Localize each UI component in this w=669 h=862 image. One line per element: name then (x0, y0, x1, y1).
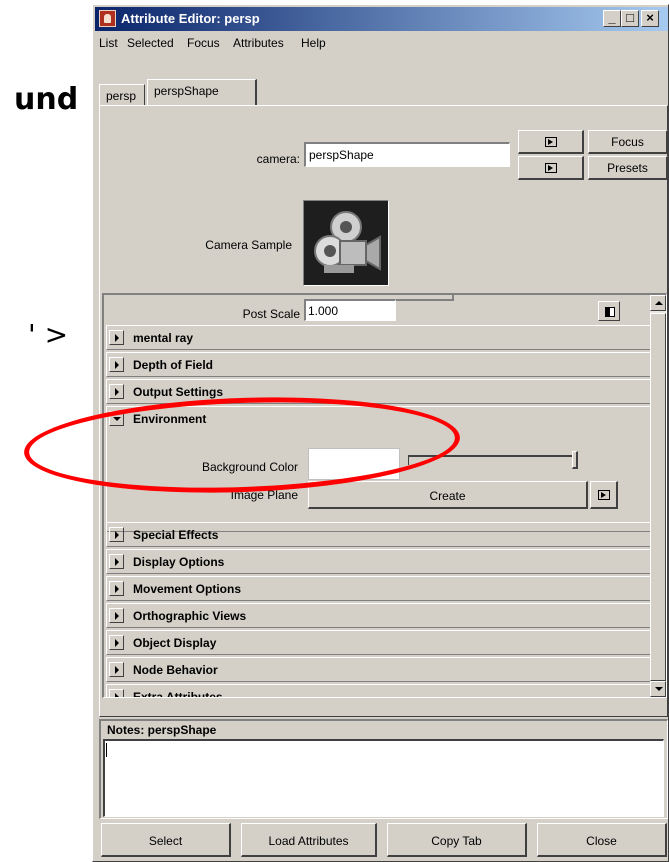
section-orthographic-views[interactable]: Orthographic Views (106, 603, 651, 628)
section-display-options[interactable]: Display Options (106, 549, 651, 574)
section-special-effects[interactable]: Special Effects (106, 522, 651, 547)
section-extra-attributes[interactable]: Extra Attributes (106, 684, 651, 698)
load-attributes-button[interactable]: Load Attributes (241, 823, 377, 857)
menu-selected[interactable]: Selected (127, 36, 174, 50)
notes-panel: Notes: perspShape (99, 719, 668, 819)
expand-arrow-icon[interactable] (109, 330, 124, 345)
copy-tab-button[interactable]: Copy Tab (387, 823, 527, 857)
expand-arrow-icon[interactable] (109, 554, 124, 569)
input-connection-icon (544, 136, 557, 147)
scroll-up-button[interactable] (650, 295, 666, 311)
close-window-button[interactable]: × (641, 10, 659, 27)
vertical-scrollbar[interactable] (650, 295, 666, 697)
tab-strip: persp perspShape (99, 79, 669, 106)
section-label: Output Settings (133, 385, 223, 399)
menu-list[interactable]: List (99, 36, 118, 50)
section-movement-options[interactable]: Movement Options (106, 576, 651, 601)
section-label: Special Effects (133, 528, 219, 542)
tab-perspshape[interactable]: perspShape (147, 79, 257, 105)
post-scale-field[interactable]: 1.000 (304, 299, 396, 321)
presets-button[interactable]: Presets (588, 156, 668, 180)
expand-arrow-icon[interactable] (109, 608, 124, 623)
image-plane-navigate-button[interactable] (590, 481, 618, 509)
section-label: mental ray (133, 331, 194, 345)
post-scale-label: Post Scale (242, 307, 300, 321)
maya-app-icon (99, 10, 116, 27)
section-label: Depth of Field (133, 358, 213, 372)
arrow-down-icon (655, 687, 663, 691)
slide-text-fragment-1: und (14, 82, 79, 117)
arrow-up-icon (655, 301, 663, 305)
text-caret (106, 743, 107, 757)
map-texture-button[interactable] (598, 301, 620, 321)
camera-sample-image (303, 200, 389, 286)
notes-title: Notes: perspShape (107, 723, 217, 737)
expand-arrow-icon[interactable] (109, 384, 124, 399)
menu-bar: List Selected Focus Attributes Help (95, 33, 666, 53)
section-label: Extra Attributes (133, 690, 223, 698)
camera-label: camera: (256, 152, 300, 166)
section-depth-of-field[interactable]: Depth of Field (106, 352, 651, 377)
notes-textarea[interactable] (103, 739, 664, 817)
scroll-thumb[interactable] (650, 313, 666, 681)
minimize-button[interactable]: _ (603, 10, 621, 27)
menu-focus[interactable]: Focus (187, 36, 220, 50)
select-input-button[interactable] (518, 130, 584, 154)
expand-arrow-icon[interactable] (109, 635, 124, 650)
expand-arrow-icon[interactable] (109, 662, 124, 677)
camera-icon (314, 211, 381, 273)
section-label: Movement Options (133, 582, 242, 596)
section-node-behavior[interactable]: Node Behavior (106, 657, 651, 682)
expand-arrow-icon[interactable] (109, 527, 124, 542)
select-output-button[interactable] (518, 156, 584, 180)
section-label: Object Display (133, 636, 217, 650)
camera-name-field[interactable]: perspShape (304, 142, 510, 167)
section-label: Node Behavior (133, 663, 218, 677)
slide-text-fragment-2: ' > (28, 318, 69, 351)
maximize-button[interactable]: □ (621, 10, 639, 27)
tab-persp[interactable]: persp (99, 84, 145, 106)
section-object-display[interactable]: Object Display (106, 630, 651, 655)
title-bar[interactable]: Attribute Editor: persp _ □ × (95, 7, 668, 31)
expand-arrow-icon[interactable] (109, 689, 124, 697)
scroll-down-button[interactable] (650, 681, 666, 697)
section-label: Orthographic Views (133, 609, 247, 623)
input-connection-icon (597, 489, 610, 500)
image-plane-create-button[interactable]: Create (308, 481, 588, 509)
close-button[interactable]: Close (537, 823, 667, 857)
focus-button[interactable]: Focus (588, 130, 668, 154)
section-mental-ray[interactable]: mental ray (106, 325, 651, 350)
menu-attributes[interactable]: Attributes (233, 36, 284, 50)
output-connection-icon (544, 162, 557, 173)
slider-handle[interactable] (572, 451, 578, 469)
menu-help[interactable]: Help (301, 36, 326, 50)
expand-arrow-icon[interactable] (109, 357, 124, 372)
window-title: Attribute Editor: persp (121, 11, 260, 26)
attribute-scroll-area[interactable]: Post Scale 1.000 mental ray Depth of Fie… (102, 293, 667, 698)
expand-arrow-icon[interactable] (109, 581, 124, 596)
camera-sample-label: Camera Sample (205, 238, 292, 252)
select-button[interactable]: Select (101, 823, 231, 857)
section-label: Display Options (133, 555, 225, 569)
